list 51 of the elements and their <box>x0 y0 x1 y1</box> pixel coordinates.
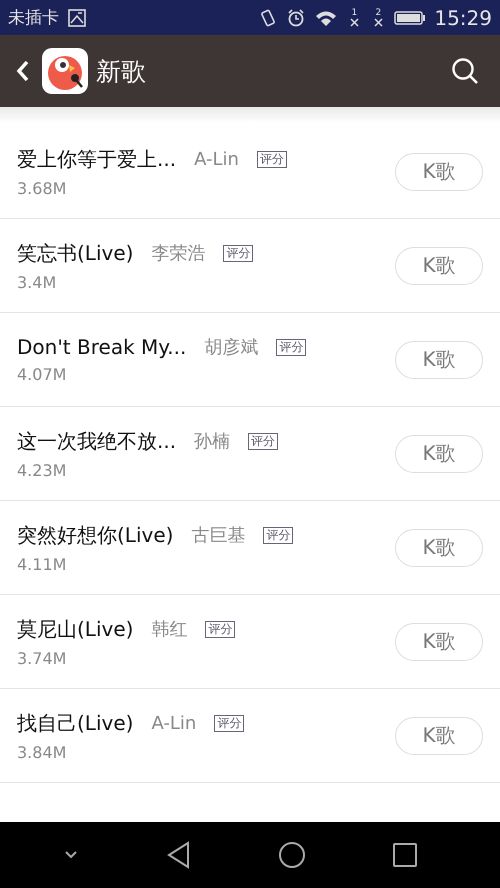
artist-name: 韩红 <box>151 618 188 641</box>
artist-name: 古巨基 <box>191 524 246 547</box>
artist-name: A-Lin <box>194 148 239 170</box>
file-size: 3.84M <box>17 742 68 762</box>
song-title: Don't Break My... <box>17 335 186 359</box>
no-signal-icon <box>350 18 359 27</box>
sim-label: 1 <box>351 8 358 18</box>
karaoke-button[interactable]: K歌 <box>395 340 483 378</box>
file-size: 3.68M <box>17 178 68 198</box>
artist-name: 孙楠 <box>194 430 230 453</box>
no-signal-icon <box>374 18 383 27</box>
home-icon[interactable] <box>278 841 306 869</box>
carrier-text: 未插卡 <box>8 7 59 29</box>
back-icon[interactable] <box>166 841 192 869</box>
song-title: 笑忘书(Live) <box>17 240 134 266</box>
rating-tag: 评分 <box>205 620 236 638</box>
rating-tag: 评分 <box>256 150 287 168</box>
battery-icon <box>394 10 426 26</box>
alarm-icon <box>286 8 306 28</box>
karaoke-button[interactable]: K歌 <box>395 152 483 190</box>
sim-label: 2 <box>375 8 382 18</box>
karaoke-button[interactable]: K歌 <box>395 622 483 660</box>
artist-name: 李荣浩 <box>151 242 206 265</box>
song-title: 找自己(Live) <box>17 710 134 736</box>
rating-tag: 评分 <box>248 432 278 450</box>
song-title: 莫尼山(Live) <box>17 616 134 642</box>
page-title: 新歌 <box>96 56 146 88</box>
karaoke-button[interactable]: K歌 <box>395 716 483 754</box>
song-title: 突然好想你(Live) <box>17 522 174 548</box>
song-title: 这一次我绝不放... <box>17 428 176 454</box>
rating-tag: 评分 <box>214 714 244 732</box>
file-size: 3.4M <box>17 272 58 292</box>
recent-apps-icon[interactable] <box>392 843 417 867</box>
file-size: 4.07M <box>17 365 68 384</box>
clock-text: 15:29 <box>434 6 492 30</box>
app-logo-icon <box>42 48 88 94</box>
song-title: 爱上你等于爱上... <box>17 146 176 172</box>
file-size: 3.74M <box>17 648 68 668</box>
image-icon <box>67 8 87 28</box>
rating-tag: 评分 <box>223 244 254 262</box>
artist-name: 胡彦斌 <box>204 336 258 359</box>
karaoke-button[interactable]: K歌 <box>395 246 483 284</box>
file-size: 4.23M <box>17 460 68 480</box>
rating-tag: 评分 <box>263 526 294 544</box>
rating-tag: 评分 <box>276 338 306 356</box>
karaoke-button[interactable]: K歌 <box>395 528 483 566</box>
artist-name: A-Lin <box>151 712 196 734</box>
chevron-down-icon[interactable] <box>63 850 80 860</box>
file-size: 4.11M <box>17 554 68 574</box>
karaoke-button[interactable]: K歌 <box>395 434 483 472</box>
search-icon[interactable] <box>450 56 480 86</box>
